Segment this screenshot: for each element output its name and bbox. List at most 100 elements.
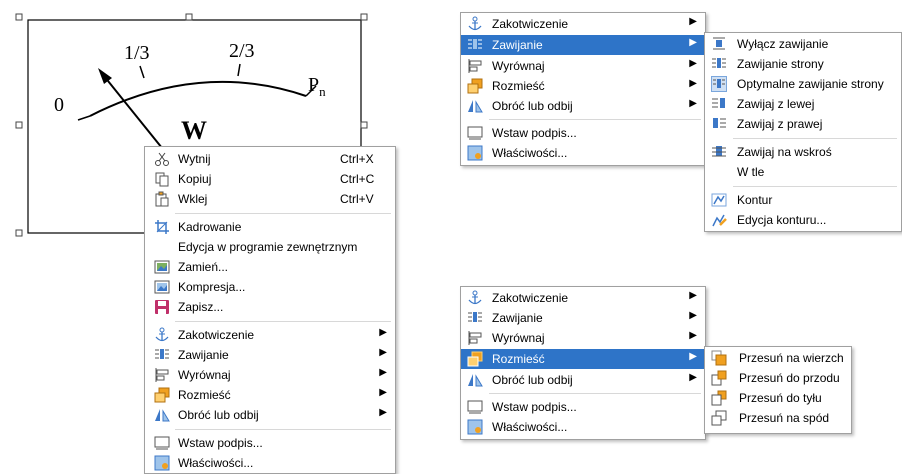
submenu-arrow-icon: ▶ — [689, 330, 697, 341]
wrap-icon — [154, 347, 170, 363]
wrap-option-through-label: Zawijaj na wskroś — [737, 145, 832, 159]
context-menu: Wytnij Ctrl+X Kopiuj Ctrl+C Wklej Ctrl+V… — [144, 146, 396, 474]
menu-item-replace[interactable]: Zamień... — [145, 257, 395, 277]
menu-item-rotate[interactable]: Obróć lub odbij ▶ — [461, 370, 705, 390]
menu-item-properties-label: Właściwości... — [492, 146, 568, 160]
menu-item-rotate[interactable]: Obróć lub odbij ▶ — [461, 96, 705, 116]
menu-item-align[interactable]: Wyrównaj ▶ — [461, 328, 705, 348]
gauge-label-one-third: 1/3 — [124, 42, 150, 64]
submenu-arrow-icon: ▶ — [379, 387, 387, 398]
menu-item-insert-caption[interactable]: Wstaw podpis... — [145, 433, 395, 453]
paste-icon — [154, 191, 170, 207]
menu-item-compress-label: Kompresja... — [178, 280, 246, 294]
menu-separator — [733, 138, 897, 139]
properties-icon — [467, 419, 483, 435]
wrap-option-contour[interactable]: Kontur — [705, 190, 901, 210]
contour-icon — [711, 192, 727, 208]
wrap-option-contour-label: Kontur — [737, 193, 773, 207]
arrange-option-send-backward[interactable]: Przesuń do tyłu — [705, 388, 851, 408]
menu-item-insert-caption[interactable]: Wstaw podpis... — [461, 123, 705, 143]
submenu-arrow-icon: ▶ — [689, 290, 697, 301]
menu-item-align[interactable]: Wyrównaj ▶ — [461, 56, 705, 76]
wrap-option-background-label: W tle — [737, 165, 765, 179]
wrap-optimal-icon — [711, 76, 727, 92]
menu-item-rotate-label: Obróć lub odbij — [492, 373, 573, 387]
menu-item-cut[interactable]: Wytnij Ctrl+X — [145, 149, 395, 169]
arrange-option-bring-forward[interactable]: Przesuń do przodu — [705, 368, 851, 388]
arrange-option-send-to-back[interactable]: Przesuń na spód — [705, 408, 851, 428]
menu-item-align-label: Wyrównaj — [492, 59, 545, 73]
submenu-arrow-icon: ▶ — [379, 347, 387, 358]
menu-item-anchor-label: Zakotwiczenie — [492, 17, 569, 31]
wrap-through-icon — [711, 144, 727, 160]
menu-separator — [489, 119, 701, 120]
menu-item-anchor[interactable]: Zakotwiczenie ▶ — [145, 325, 395, 345]
wrap-option-background[interactable]: W tle — [705, 162, 901, 182]
menu-item-insert-caption-label: Wstaw podpis... — [492, 400, 577, 414]
properties-icon — [467, 145, 483, 161]
wrap-option-page-label: Zawijanie strony — [737, 57, 824, 71]
menu-item-arrange-label: Rozmieść — [178, 388, 231, 402]
wrap-option-optimal[interactable]: Optymalne zawijanie strony — [705, 74, 901, 94]
menu-item-cut-shortcut: Ctrl+X — [340, 152, 374, 166]
gauge-label-p: Pn — [308, 74, 326, 100]
menu-item-anchor-label: Zakotwiczenie — [178, 328, 255, 342]
wrap-option-right-label: Zawijaj z prawej — [737, 117, 823, 131]
menu-item-insert-caption[interactable]: Wstaw podpis... — [461, 397, 705, 417]
submenu-arrow-icon: ▶ — [689, 16, 697, 27]
menu-item-wrap[interactable]: Zawijanie ▶ — [461, 308, 705, 328]
menu-item-align[interactable]: Wyrównaj ▶ — [145, 365, 395, 385]
menu-item-arrange[interactable]: Rozmieść ▶ — [461, 349, 705, 369]
menu-item-crop[interactable]: Kadrowanie — [145, 217, 395, 237]
wrap-option-off[interactable]: Wyłącz zawijanie — [705, 34, 901, 54]
caption-icon — [154, 435, 170, 451]
properties-icon — [154, 455, 170, 471]
menu-item-paste[interactable]: Wklej Ctrl+V — [145, 189, 395, 209]
compress-icon — [154, 279, 170, 295]
menu-item-cut-label: Wytnij — [178, 152, 211, 166]
submenu-arrow-icon: ▶ — [689, 37, 697, 48]
wrap-option-edit-contour-label: Edycja konturu... — [737, 213, 827, 227]
menu-item-rotate-label: Obróć lub odbij — [178, 408, 259, 422]
menu-item-arrange-label: Rozmieść — [492, 79, 545, 93]
wrap-option-page[interactable]: Zawijanie strony — [705, 54, 901, 74]
menu-item-wrap[interactable]: Zawijanie ▶ — [145, 345, 395, 365]
wrap-off-icon — [711, 36, 727, 52]
wrap-option-right[interactable]: Zawijaj z prawej — [705, 114, 901, 134]
menu-item-paste-label: Wklej — [178, 192, 208, 206]
menu-item-anchor[interactable]: Zakotwiczenie ▶ — [461, 288, 705, 308]
menu-item-properties[interactable]: Właściwości... — [461, 143, 705, 163]
menu-item-copy-shortcut: Ctrl+C — [340, 172, 375, 186]
wrap-option-off-label: Wyłącz zawijanie — [737, 37, 829, 51]
arrange-option-bring-to-front-label: Przesuń na wierzch — [739, 351, 844, 365]
menu-item-properties-label: Właściwości... — [492, 420, 568, 434]
menu-item-arrange[interactable]: Rozmieść ▶ — [145, 385, 395, 405]
gauge-label-p-sub: n — [319, 84, 326, 99]
menu-item-properties[interactable]: Właściwości... — [461, 417, 705, 437]
menu-item-wrap-label: Zawijanie — [178, 348, 229, 362]
bring-forward-icon — [711, 370, 727, 386]
arrange-option-bring-to-front[interactable]: Przesuń na wierzch — [705, 348, 851, 368]
menu-item-anchor[interactable]: Zakotwiczenie ▶ — [461, 14, 705, 34]
submenu-arrow-icon: ▶ — [379, 327, 387, 338]
menu-item-compress[interactable]: Kompresja... — [145, 277, 395, 297]
menu-item-arrange-label: Rozmieść — [492, 352, 545, 366]
menu-item-properties[interactable]: Właściwości... — [145, 453, 395, 473]
gauge-label-two-thirds: 2/3 — [229, 40, 255, 62]
menu-item-rotate[interactable]: Obróć lub odbij ▶ — [145, 405, 395, 425]
menu-item-insert-caption-label: Wstaw podpis... — [178, 436, 263, 450]
menu-item-edit-external-label: Edycja w programie zewnętrznym — [178, 240, 358, 254]
wrap-option-left[interactable]: Zawijaj z lewej — [705, 94, 901, 114]
menu-item-anchor-label: Zakotwiczenie — [492, 291, 569, 305]
menu-item-wrap[interactable]: Zawijanie ▶ — [461, 35, 705, 55]
menu-item-save[interactable]: Zapisz... — [145, 297, 395, 317]
wrap-option-through[interactable]: Zawijaj na wskroś — [705, 142, 901, 162]
gauge-label-zero: 0 — [54, 94, 64, 116]
menu-item-copy[interactable]: Kopiuj Ctrl+C — [145, 169, 395, 189]
menu-top-right: Zakotwiczenie ▶ Zawijanie ▶ Wyrównaj ▶ R… — [460, 12, 706, 166]
rotate-icon — [467, 98, 483, 114]
menu-item-arrange[interactable]: Rozmieść ▶ — [461, 76, 705, 96]
menu-separator — [175, 429, 391, 430]
menu-item-edit-external[interactable]: Edycja w programie zewnętrznym — [145, 237, 395, 257]
wrap-option-edit-contour[interactable]: Edycja konturu... — [705, 210, 901, 230]
